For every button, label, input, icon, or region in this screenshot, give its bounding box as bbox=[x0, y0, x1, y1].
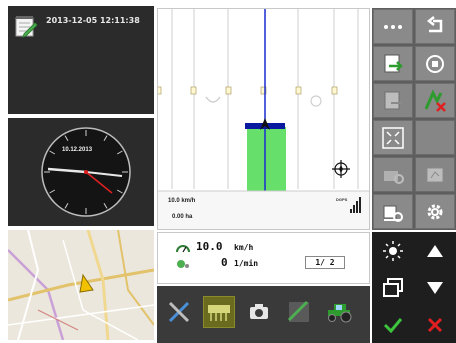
speed-value: 10.0 bbox=[196, 240, 223, 253]
bottom-toolbar bbox=[157, 286, 370, 343]
datetime-text: 2013-12-05 12:11:38 bbox=[46, 16, 140, 25]
analog-clock-icon bbox=[41, 127, 131, 217]
field-data-button[interactable] bbox=[283, 296, 315, 328]
guidance-map bbox=[158, 9, 369, 229]
up-button[interactable] bbox=[415, 233, 455, 268]
softkey-panel bbox=[372, 8, 456, 230]
map-icon bbox=[426, 167, 444, 182]
notepad-icon bbox=[14, 14, 38, 43]
more-options-button[interactable] bbox=[373, 9, 413, 44]
map-view-button[interactable] bbox=[415, 157, 455, 192]
brightness-button[interactable] bbox=[373, 233, 413, 268]
down-button[interactable] bbox=[415, 270, 455, 305]
field-map-icon bbox=[287, 300, 309, 322]
back-button[interactable] bbox=[415, 9, 455, 44]
import-task-button[interactable] bbox=[373, 46, 413, 81]
cancel-icon bbox=[427, 317, 443, 332]
return-arrow-icon bbox=[426, 15, 443, 32]
tractor-icon bbox=[328, 304, 352, 323]
gear-icon bbox=[427, 204, 443, 219]
datetime-tile[interactable]: 2013-12-05 12:11:38 bbox=[8, 6, 154, 114]
rpm-unit: 1/min bbox=[234, 259, 259, 268]
export-task-button[interactable] bbox=[373, 83, 413, 118]
guidance-field-view[interactable]: 10.0 km/h 0.00 ha DGPS bbox=[157, 8, 370, 230]
camera-button[interactable] bbox=[243, 296, 275, 328]
speed-readout: 10.0 km/h bbox=[168, 198, 196, 204]
gps-mode-label: DGPS bbox=[336, 197, 348, 202]
area-readout: 0.00 ha bbox=[172, 214, 193, 220]
brightness-icon bbox=[383, 240, 403, 261]
map-image bbox=[8, 230, 154, 340]
rpm-icon bbox=[176, 256, 190, 274]
tools-button[interactable] bbox=[163, 296, 195, 328]
stop-icon bbox=[426, 54, 444, 73]
speed-unit: km/h bbox=[234, 243, 254, 252]
seeder-button[interactable] bbox=[203, 296, 235, 328]
camera-icon bbox=[250, 304, 268, 319]
rpm-value: 0 bbox=[221, 256, 228, 269]
empty-softkey bbox=[415, 120, 455, 155]
arrow-up-icon bbox=[427, 244, 443, 257]
map-minimap[interactable] bbox=[8, 230, 154, 340]
seeder-icon bbox=[208, 305, 230, 321]
clear-track-button[interactable] bbox=[415, 83, 455, 118]
machine-gear-icon bbox=[384, 170, 404, 184]
fullscreen-button[interactable] bbox=[373, 120, 413, 155]
navigation-panel bbox=[372, 232, 456, 343]
track-delete-icon bbox=[424, 88, 446, 112]
tools-icon bbox=[168, 301, 190, 323]
cancel-button[interactable] bbox=[415, 307, 455, 342]
settings-button[interactable] bbox=[415, 194, 455, 229]
confirm-button[interactable] bbox=[373, 307, 413, 342]
clock-tile[interactable]: 10.12.2013 bbox=[8, 118, 154, 226]
machine-settings-button[interactable] bbox=[373, 157, 413, 192]
arrow-down-icon bbox=[427, 281, 443, 294]
checkmark-icon bbox=[383, 317, 403, 333]
switch-view-button[interactable] bbox=[373, 270, 413, 305]
ellipsis-icon bbox=[384, 24, 402, 29]
fullscreen-icon bbox=[382, 126, 404, 149]
page-indicator[interactable]: 1/ 2 bbox=[305, 256, 345, 269]
clock-date: 10.12.2013 bbox=[62, 147, 93, 153]
window-switch-icon bbox=[383, 277, 403, 297]
stop-button[interactable] bbox=[415, 46, 455, 81]
tractor-button[interactable] bbox=[323, 296, 355, 328]
document-import-icon bbox=[384, 54, 403, 72]
implement-gear-icon bbox=[383, 205, 403, 222]
implement-settings-button[interactable] bbox=[373, 194, 413, 229]
document-export-icon bbox=[384, 91, 402, 109]
info-panel: 10.0 km/h 0 1/min 1/ 2 bbox=[157, 232, 370, 284]
